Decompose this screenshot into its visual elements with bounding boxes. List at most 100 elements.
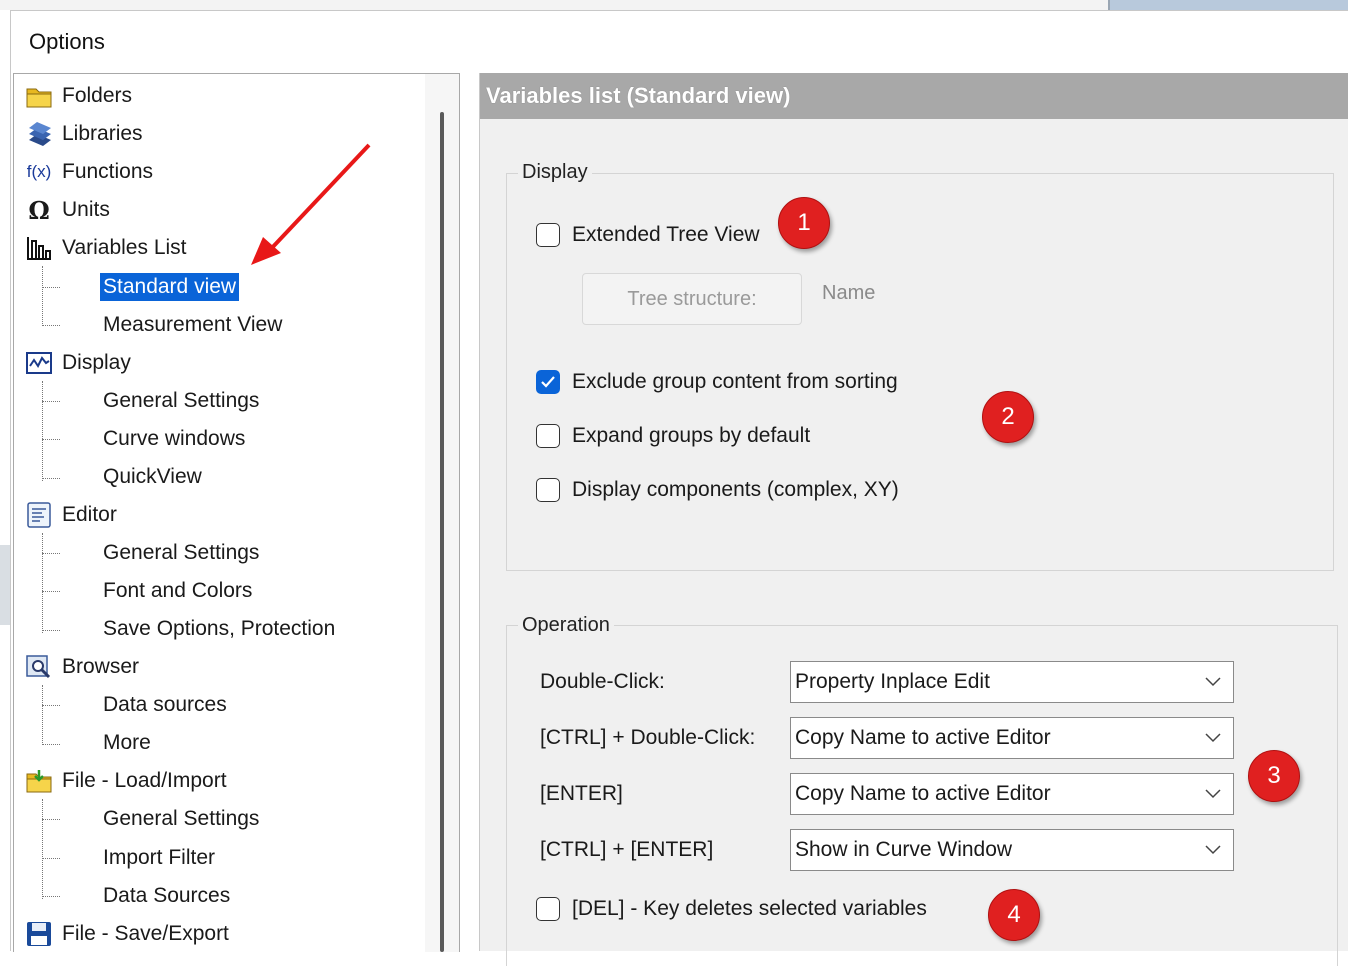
tree-item-editor-general-settings[interactable]: General Settings <box>103 536 259 570</box>
checkbox-box[interactable] <box>536 223 560 247</box>
tree-item-label: Functions <box>62 160 154 183</box>
tree-item-font-and-colors[interactable]: Font and Colors <box>103 574 252 608</box>
options-tree[interactable]: Folders Libraries f(x) Functions Ω Units… <box>13 73 460 952</box>
tree-item-label: Display <box>62 351 131 374</box>
tree-item-functions[interactable]: f(x) Functions <box>24 155 153 189</box>
tree-item-label: Variables List <box>62 236 187 259</box>
operation-group-label: Operation <box>518 614 614 637</box>
checkbox-box[interactable] <box>536 424 560 448</box>
function-fx-icon: f(x) <box>26 162 52 181</box>
expand-groups-checkbox[interactable]: Expand groups by default <box>536 424 810 448</box>
tree-item-label: Data Sources <box>103 884 231 907</box>
double-click-label: Double-Click: <box>540 670 665 693</box>
chevron-down-icon[interactable] <box>1193 789 1233 799</box>
tree-item-display[interactable]: Display <box>24 346 131 380</box>
annotation-badge-4: 4 <box>988 889 1040 941</box>
enter-dropdown[interactable]: Copy Name to active Editor <box>790 773 1234 815</box>
checkbox-box[interactable] <box>536 897 560 921</box>
tree-structure-button[interactable]: Tree structure: <box>582 273 802 325</box>
background-app-corner <box>1108 0 1348 10</box>
tree-item-label: Data sources <box>103 693 227 716</box>
panel-title: Variables list (Standard view) <box>486 83 791 108</box>
annotation-badge-1: 1 <box>778 197 830 249</box>
chevron-down-icon[interactable] <box>1193 733 1233 743</box>
checkbox-label: Display components (complex, XY) <box>572 478 899 501</box>
display-components-checkbox[interactable]: Display components (complex, XY) <box>536 478 899 502</box>
checkmark-icon <box>541 376 555 388</box>
checkbox-label: Extended Tree View <box>572 223 760 246</box>
tree-item-standard-view[interactable]: Standard view <box>100 270 240 304</box>
settings-panel: Variables list (Standard view) Display E… <box>479 73 1348 966</box>
tree-item-libraries[interactable]: Libraries <box>24 117 143 151</box>
chevron-down-icon[interactable] <box>1193 845 1233 855</box>
variables-list-icon <box>24 233 54 263</box>
red-arrow-annotation <box>251 143 371 265</box>
dropdown-value: Copy Name to active Editor <box>795 726 1051 749</box>
tree-item-file-load-import[interactable]: File - Load/Import <box>24 764 227 798</box>
annotation-badge-3: 3 <box>1248 750 1300 802</box>
tree-item-label: File - Save/Export <box>62 922 229 945</box>
display-group-label: Display <box>518 161 592 184</box>
tree-item-display-general-settings[interactable]: General Settings <box>103 384 259 418</box>
tree-item-save-options[interactable]: Save Options, Protection <box>103 612 335 646</box>
tree-scrollbar-thumb[interactable] <box>440 112 444 952</box>
tree-item-label: QuickView <box>103 465 202 488</box>
tree-item-more[interactable]: More <box>103 726 151 760</box>
tree-item-label: Save Options, Protection <box>103 617 336 640</box>
tree-item-measurement-view[interactable]: Measurement View <box>103 308 282 342</box>
ctrl-double-click-label: [CTRL] + Double-Click: <box>540 726 756 749</box>
tree-item-label: General Settings <box>103 807 260 830</box>
ctrl-enter-dropdown[interactable]: Show in Curve Window <box>790 829 1234 871</box>
folder-load-icon <box>24 766 54 796</box>
annotation-badge-2: 2 <box>982 391 1034 443</box>
tree-item-folders[interactable]: Folders <box>24 79 132 113</box>
tree-item-load-general-settings[interactable]: General Settings <box>103 802 259 836</box>
chevron-down-icon[interactable] <box>1193 677 1233 687</box>
tree-item-variables-list[interactable]: Variables List <box>24 231 187 265</box>
exclude-group-content-checkbox[interactable]: Exclude group content from sorting <box>536 370 898 394</box>
tree-item-label: Standard view <box>100 273 240 301</box>
tree-structure-value: Name <box>822 282 876 304</box>
tree-item-curve-windows[interactable]: Curve windows <box>103 422 245 456</box>
display-chart-icon <box>24 348 54 378</box>
tree-item-label: More <box>103 731 151 754</box>
dropdown-value: Show in Curve Window <box>795 838 1013 861</box>
extended-tree-view-checkbox[interactable]: Extended Tree View <box>536 223 760 247</box>
ctrl-enter-label: [CTRL] + [ENTER] <box>540 838 714 861</box>
editor-document-icon <box>24 500 54 530</box>
panel-header: Variables list (Standard view) <box>480 73 1348 119</box>
ctrl-double-click-dropdown[interactable]: Copy Name to active Editor <box>790 717 1234 759</box>
tree-item-label: Browser <box>62 655 140 678</box>
tree-item-data-sources[interactable]: Data sources <box>103 688 227 722</box>
tree-item-label: General Settings <box>103 541 260 564</box>
enter-label: [ENTER] <box>540 782 623 805</box>
tree-item-label: File - Load/Import <box>62 769 227 792</box>
checkbox-box-checked[interactable] <box>536 370 560 394</box>
checkbox-box[interactable] <box>536 478 560 502</box>
tree-item-label: Curve windows <box>103 427 246 450</box>
tree-item-browser[interactable]: Browser <box>24 650 139 684</box>
checkbox-label: Expand groups by default <box>572 424 811 447</box>
double-click-dropdown[interactable]: Property Inplace Edit <box>790 661 1234 703</box>
omega-icon: Ω <box>28 195 50 225</box>
folder-icon <box>24 81 54 111</box>
tree-item-label: Font and Colors <box>103 579 253 602</box>
options-dialog: Options Folders Libraries f(x) Functions… <box>10 10 1348 966</box>
del-key-checkbox[interactable]: [DEL] - Key deletes selected variables <box>536 897 927 921</box>
tree-item-editor[interactable]: Editor <box>24 498 117 532</box>
tree-item-load-data-sources[interactable]: Data Sources <box>103 879 230 913</box>
floppy-save-icon <box>24 919 54 949</box>
books-icon <box>24 119 54 149</box>
tree-item-label: Folders <box>62 84 133 107</box>
tree-item-import-filter[interactable]: Import Filter <box>103 841 215 875</box>
tree-item-file-save-export[interactable]: File - Save/Export <box>24 917 229 951</box>
tree-item-label: Libraries <box>62 122 143 145</box>
tree-item-label: Measurement View <box>103 313 283 336</box>
dropdown-value: Property Inplace Edit <box>795 670 990 693</box>
dialog-title: Options <box>29 29 105 54</box>
checkbox-label: [DEL] - Key deletes selected variables <box>572 897 927 920</box>
tree-item-quickview[interactable]: QuickView <box>103 460 202 494</box>
tree-item-label: General Settings <box>103 389 260 412</box>
dropdown-value: Copy Name to active Editor <box>795 782 1051 805</box>
tree-item-units[interactable]: Ω Units <box>24 193 110 227</box>
